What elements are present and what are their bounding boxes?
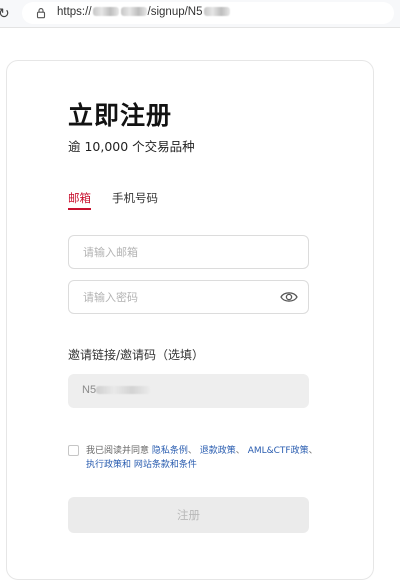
url-redacted-segment bbox=[92, 7, 119, 17]
consent-checkbox[interactable] bbox=[68, 445, 79, 456]
consent-separator: 、 bbox=[187, 446, 197, 456]
consent-separator: 、 bbox=[235, 446, 245, 456]
reload-icon[interactable]: ↻ bbox=[0, 6, 10, 22]
page-subtitle: 逾 10,000 个交易品种 bbox=[68, 139, 195, 154]
eye-icon[interactable] bbox=[280, 290, 298, 304]
lock-icon[interactable] bbox=[35, 7, 47, 19]
url-field[interactable]: https:// /signup/N5 bbox=[22, 2, 394, 24]
page-title: 立即注册 bbox=[68, 101, 173, 130]
url-text: https:// /signup/N5 bbox=[57, 6, 231, 18]
email-field[interactable] bbox=[68, 235, 309, 269]
url-path: /signup/N5 bbox=[147, 6, 203, 18]
url-scheme: https:// bbox=[57, 6, 92, 18]
browser-address-bar: ↻ https:// /signup/N5 bbox=[0, 0, 400, 28]
url-redacted-segment bbox=[120, 7, 147, 17]
url-redacted-segment bbox=[203, 7, 230, 17]
consent-separator: 、 bbox=[308, 446, 318, 456]
aml-ctf-policy-link[interactable]: AML&CTF政策 bbox=[248, 446, 309, 456]
website-terms-link[interactable]: 网站条款和条件 bbox=[134, 460, 197, 470]
invite-label: 邀请链接/邀请码（选填） bbox=[68, 348, 205, 362]
execution-policy-link[interactable]: 执行政策和 bbox=[86, 460, 131, 470]
invite-code-redacted bbox=[96, 386, 151, 395]
privacy-policy-link[interactable]: 隐私条例 bbox=[152, 446, 188, 456]
consent-text: 我已阅读并同意 隐私条例、 退款政策、 AML&CTF政策、 执行政策和 网站条款… bbox=[86, 444, 318, 472]
invite-code-field[interactable]: N5 bbox=[68, 374, 309, 408]
register-button[interactable]: 注册 bbox=[68, 497, 309, 533]
tab-phone[interactable]: 手机号码 bbox=[112, 190, 158, 206]
refund-policy-link[interactable]: 退款政策 bbox=[200, 446, 236, 456]
invite-code-value: N5 bbox=[82, 384, 151, 396]
invite-code-prefix: N5 bbox=[82, 384, 97, 396]
consent-lead: 我已阅读并同意 bbox=[86, 446, 152, 456]
tab-email[interactable]: 邮箱 bbox=[68, 190, 91, 210]
password-field[interactable] bbox=[68, 280, 309, 314]
